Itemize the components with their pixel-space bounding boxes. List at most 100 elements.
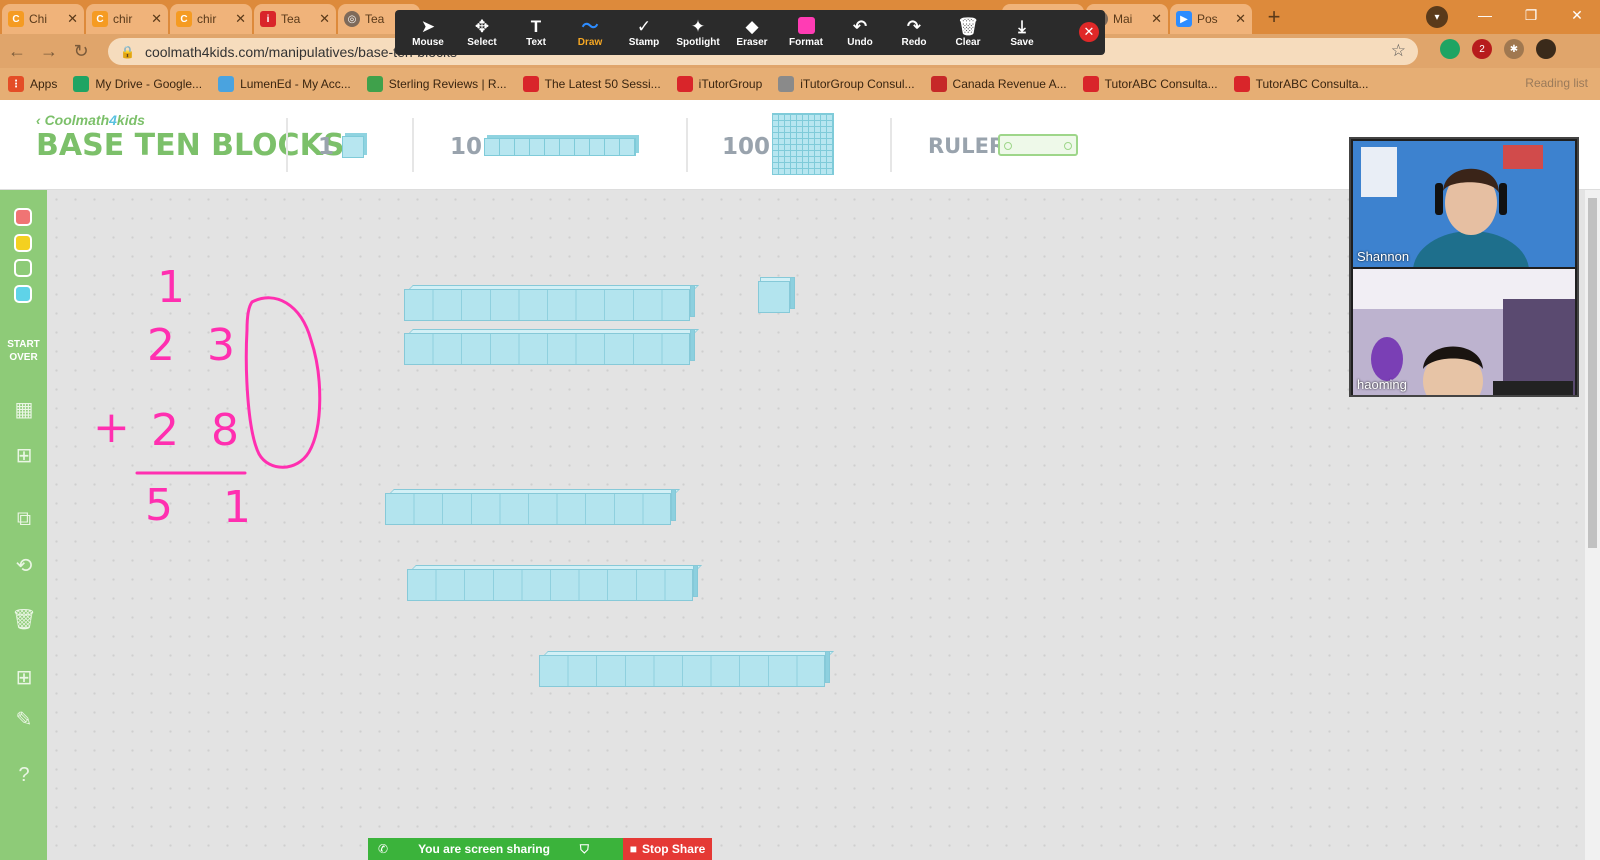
bookmark-favicon-icon bbox=[73, 76, 90, 92]
circle-ones-column bbox=[244, 296, 322, 469]
tool-label: Draw bbox=[577, 37, 603, 48]
reading-list[interactable]: Reading list bbox=[1525, 76, 1588, 90]
close-tab-icon[interactable]: ✕ bbox=[67, 11, 78, 27]
draw-icon: 〜 bbox=[581, 17, 599, 36]
bookmark-item[interactable]: iTutorGroup Consul... bbox=[770, 76, 922, 92]
close-tab-icon[interactable]: ✕ bbox=[1235, 11, 1246, 27]
extension-green-icon[interactable] bbox=[1440, 39, 1460, 59]
bookmark-item[interactable]: Sterling Reviews | R... bbox=[359, 76, 515, 92]
browser-tab[interactable]: ▶ Pos ✕ bbox=[1170, 4, 1252, 34]
annotate-tool-text[interactable]: T Text bbox=[509, 10, 563, 55]
close-tab-icon[interactable]: ✕ bbox=[235, 11, 246, 27]
stop-share-button[interactable]: ■ Stop Share bbox=[623, 838, 712, 860]
bookmark-label: My Drive - Google... bbox=[95, 77, 203, 91]
bookmark-item[interactable]: My Drive - Google... bbox=[65, 76, 210, 92]
tab-favicon-icon: ◎ bbox=[344, 11, 360, 27]
color-swatch-blue[interactable] bbox=[14, 285, 32, 303]
tens-rod[interactable] bbox=[404, 329, 699, 365]
annotate-tool-format[interactable]: Format bbox=[779, 10, 833, 55]
bookmark-label: Apps bbox=[30, 77, 58, 91]
close-tab-icon[interactable]: ✕ bbox=[1151, 11, 1162, 27]
bookmark-favicon-icon bbox=[218, 76, 235, 92]
browser-tab[interactable]: Cchir ✕ bbox=[86, 4, 168, 34]
ruler-button[interactable] bbox=[998, 134, 1078, 156]
video-gallery: Shannon haoming bbox=[1349, 137, 1579, 397]
tens-rod-button[interactable] bbox=[484, 138, 636, 156]
close-tab-icon[interactable]: ✕ bbox=[319, 11, 330, 27]
bookmark-item[interactable]: ⋮ Apps bbox=[0, 76, 65, 92]
tens-rod[interactable] bbox=[407, 565, 702, 601]
annotate-tool-clear[interactable]: 🗑 Clear bbox=[941, 10, 995, 55]
browser-tab[interactable]: i Tea ✕ bbox=[254, 4, 336, 34]
coolmath-logo[interactable]: ‹ Coolmath4kids bbox=[36, 112, 145, 128]
bookmark-item[interactable]: LumenEd - My Acc... bbox=[210, 76, 359, 92]
forward-icon[interactable]: → bbox=[34, 36, 64, 66]
brand-four: 4 bbox=[109, 112, 117, 128]
annotation-tools: ➤ Mouse ✥ Select T Text 〜 Draw ✓ Stamp ✦ Spotlight ◆… bbox=[401, 10, 1049, 55]
participant-name: haoming bbox=[1357, 377, 1407, 392]
block-label-tens: 10 bbox=[450, 134, 483, 160]
extension-ublock-icon[interactable]: 2 bbox=[1472, 39, 1492, 59]
tens-rod[interactable] bbox=[539, 651, 834, 687]
rotate-icon[interactable]: ⟲ bbox=[11, 552, 37, 578]
tens-rod[interactable] bbox=[385, 489, 680, 525]
browser-tab[interactable]: C Chi ✕ bbox=[2, 4, 84, 34]
ones-cube[interactable] bbox=[758, 276, 796, 314]
annotate-tool-draw[interactable]: 〜 Draw bbox=[563, 10, 617, 55]
color-swatch-red[interactable] bbox=[14, 208, 32, 226]
tab-favicon-icon: ▶ bbox=[1176, 11, 1192, 27]
group-blocks-icon[interactable]: ▦ bbox=[11, 396, 37, 422]
vertical-scrollbar[interactable] bbox=[1585, 190, 1600, 860]
new-tab-button[interactable]: + bbox=[1260, 3, 1288, 31]
grid-icon[interactable]: ⊞ bbox=[11, 442, 37, 468]
annotate-tool-mouse[interactable]: ➤ Mouse bbox=[401, 10, 455, 55]
close-window-icon[interactable]: ✕ bbox=[1554, 0, 1600, 30]
bookmark-star-icon[interactable]: ☆ bbox=[1391, 41, 1406, 61]
annotate-tool-redo[interactable]: ↷ Redo bbox=[887, 10, 941, 55]
bookmark-label: Canada Revenue A... bbox=[952, 77, 1067, 91]
tens-rod[interactable] bbox=[404, 285, 699, 321]
bookmark-list: ⋮ Apps My Drive - Google... LumenEd - My Ac… bbox=[0, 76, 1377, 92]
help-icon[interactable]: ? bbox=[11, 762, 37, 788]
close-annotation-icon[interactable]: ✕ bbox=[1079, 22, 1099, 42]
annotate-tool-save[interactable]: ⤓ Save bbox=[995, 10, 1049, 55]
hundreds-flat-button[interactable] bbox=[772, 113, 834, 175]
annotate-tool-select[interactable]: ✥ Select bbox=[455, 10, 509, 55]
video-tile-shannon[interactable]: Shannon bbox=[1353, 141, 1575, 267]
profile-avatar[interactable] bbox=[1536, 39, 1556, 59]
bookmark-favicon-icon: ⋮ bbox=[8, 76, 24, 92]
tool-label: Undo bbox=[847, 37, 873, 48]
annotate-tool-eraser[interactable]: ◆ Eraser bbox=[725, 10, 779, 55]
screen-sharing-status[interactable]: ✆ You are screen sharing ⛉ bbox=[368, 838, 623, 860]
close-tab-icon[interactable]: ✕ bbox=[151, 11, 162, 27]
calculator-icon[interactable]: ⊞ bbox=[11, 664, 37, 690]
bookmark-item[interactable]: TutorABC Consulta... bbox=[1075, 76, 1226, 92]
video-tile-haoming[interactable]: haoming bbox=[1353, 269, 1575, 395]
restore-icon[interactable]: ❐ bbox=[1508, 0, 1554, 30]
tab-search-icon[interactable]: ▾ bbox=[1426, 6, 1448, 28]
browser-tab[interactable]: Cchir ✕ bbox=[170, 4, 252, 34]
annotate-tool-stamp[interactable]: ✓ Stamp bbox=[617, 10, 671, 55]
bookmark-item[interactable]: The Latest 50 Sessi... bbox=[515, 76, 669, 92]
color-swatch-yellow[interactable] bbox=[14, 234, 32, 252]
tool-label: Redo bbox=[901, 37, 927, 48]
bookmark-item[interactable]: TutorABC Consulta... bbox=[1226, 76, 1377, 92]
extensions-puzzle-icon[interactable]: ✱ bbox=[1504, 39, 1524, 59]
color-swatch-green[interactable] bbox=[14, 259, 32, 277]
minimize-icon[interactable]: — bbox=[1462, 0, 1508, 30]
reload-icon[interactable]: ↻ bbox=[66, 36, 96, 66]
bookmark-item[interactable]: iTutorGroup bbox=[669, 76, 771, 92]
regroup-icon[interactable]: ⧉ bbox=[11, 506, 37, 532]
scrollbar-thumb[interactable] bbox=[1588, 198, 1597, 548]
ones-block-button[interactable] bbox=[342, 136, 364, 158]
tab-title: chir bbox=[113, 12, 133, 26]
start-over-button[interactable]: START OVER bbox=[0, 338, 47, 364]
bookmark-item[interactable]: Canada Revenue A... bbox=[923, 76, 1075, 92]
trash-icon[interactable]: 🗑 bbox=[11, 606, 37, 632]
annotate-tool-spotlight[interactable]: ✦ Spotlight bbox=[671, 10, 725, 55]
annotate-tool-undo[interactable]: ↶ Undo bbox=[833, 10, 887, 55]
back-icon[interactable]: ← bbox=[2, 36, 32, 66]
tab-favicon-icon: i bbox=[260, 11, 276, 27]
bookmark-label: TutorABC Consulta... bbox=[1104, 77, 1218, 91]
pencil-icon[interactable]: ✎ bbox=[11, 706, 37, 732]
